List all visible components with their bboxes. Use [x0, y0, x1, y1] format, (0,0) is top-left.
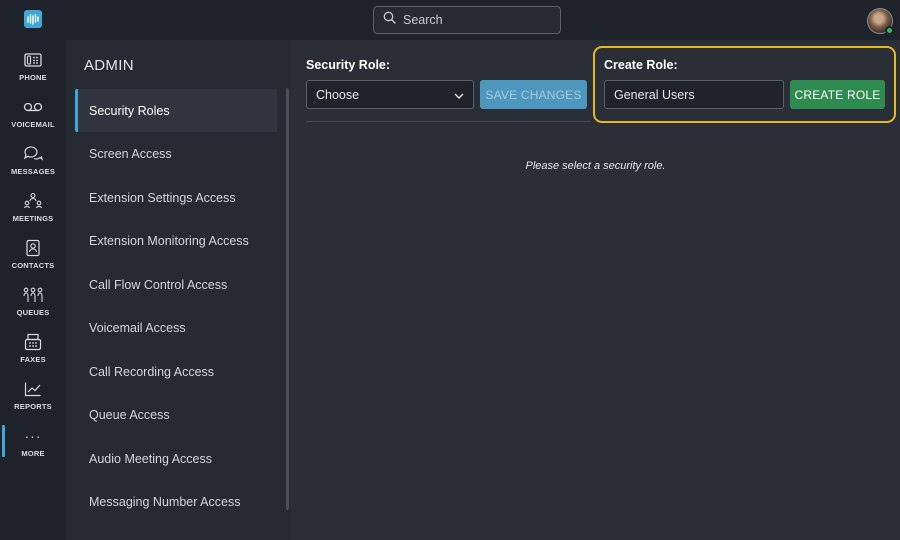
- sidebar-scrollbar[interactable]: [286, 88, 289, 510]
- save-changes-button[interactable]: SAVE CHANGES: [480, 80, 587, 109]
- nav-meetings[interactable]: MEETINGS: [0, 191, 66, 237]
- nav-label: FAXES: [20, 355, 46, 364]
- phone-icon: [24, 50, 42, 70]
- search-input[interactable]: [403, 13, 553, 27]
- search-icon: [383, 11, 396, 29]
- nav-contacts[interactable]: CONTACTS: [0, 238, 66, 284]
- contacts-icon: [25, 238, 41, 258]
- main-panel: Security Role: Choose SAVE CHANGES Creat…: [291, 40, 900, 540]
- nav-label: PHONE: [19, 73, 47, 82]
- nav-reports[interactable]: REPORTS: [0, 379, 66, 425]
- security-role-value: Choose: [316, 87, 360, 102]
- fax-icon: [24, 332, 42, 352]
- nav-voicemail[interactable]: VOICEMAIL: [0, 97, 66, 143]
- nav-label: CONTACTS: [11, 261, 55, 270]
- queues-icon: [22, 285, 44, 305]
- admin-item-call-recording-access[interactable]: Call Recording Access: [75, 350, 277, 393]
- security-role-label: Security Role:: [306, 58, 391, 72]
- divider: [306, 121, 591, 122]
- avatar[interactable]: [867, 8, 894, 35]
- nav-phone[interactable]: PHONE: [0, 50, 66, 96]
- nav-queues[interactable]: QUEUES: [0, 285, 66, 331]
- admin-item-extension-settings-access[interactable]: Extension Settings Access: [75, 176, 277, 219]
- admin-sidebar: ADMIN Security Roles Screen Access Exten…: [66, 40, 291, 540]
- nav-more[interactable]: ··· MORE: [0, 426, 66, 472]
- nav-messages[interactable]: MESSAGES: [0, 144, 66, 190]
- admin-item-call-flow-control-access[interactable]: Call Flow Control Access: [75, 263, 277, 306]
- admin-item-screen-access[interactable]: Screen Access: [75, 132, 277, 175]
- admin-item-queue-access[interactable]: Queue Access: [75, 393, 277, 436]
- admin-item-audio-meeting-access[interactable]: Audio Meeting Access: [75, 437, 277, 480]
- app-logo-icon[interactable]: [24, 10, 42, 28]
- online-status-icon: [885, 26, 894, 35]
- security-role-select[interactable]: Choose: [306, 80, 474, 109]
- nav-label: MORE: [21, 449, 45, 458]
- nav-label: QUEUES: [16, 308, 50, 317]
- create-role-input[interactable]: [604, 80, 784, 109]
- admin-item-messaging-number-access[interactable]: Messaging Number Access: [75, 480, 277, 523]
- create-role-label: Create Role:: [604, 58, 678, 72]
- empty-state-message: Please select a security role.: [525, 160, 666, 172]
- nav-label: REPORTS: [14, 402, 52, 411]
- admin-title: ADMIN: [84, 57, 134, 74]
- messages-icon: [23, 144, 43, 164]
- nav-rail: PHONE VOICEMAIL MESSAGES MEETINGS CONTAC…: [0, 0, 66, 540]
- reports-icon: [24, 379, 42, 399]
- nav-label: MESSAGES: [10, 167, 56, 176]
- create-role-button[interactable]: CREATE ROLE: [790, 80, 885, 109]
- global-search[interactable]: [373, 6, 561, 34]
- chevron-down-icon: [454, 88, 464, 102]
- nav-label: MEETINGS: [12, 214, 54, 223]
- admin-item-extension-monitoring-access[interactable]: Extension Monitoring Access: [75, 219, 277, 262]
- nav-label: VOICEMAIL: [11, 120, 55, 129]
- admin-item-voicemail-access[interactable]: Voicemail Access: [75, 306, 277, 349]
- admin-item-security-roles[interactable]: Security Roles: [75, 89, 277, 132]
- more-icon: ···: [24, 428, 42, 444]
- voicemail-icon: [23, 97, 43, 117]
- nav-faxes[interactable]: FAXES: [0, 332, 66, 378]
- meetings-icon: [23, 191, 43, 211]
